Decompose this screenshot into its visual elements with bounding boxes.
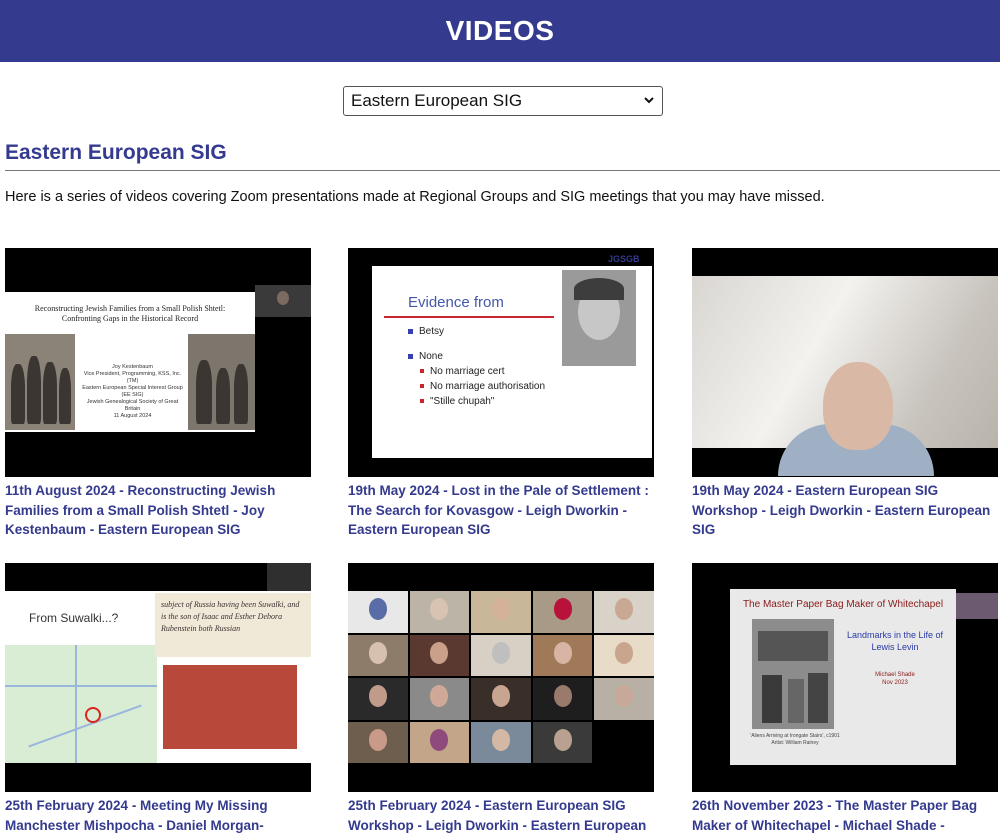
video-title-link[interactable]: 11th August 2024 - Reconstructing Jewish… [5,481,311,540]
engraving-image [752,619,834,729]
sig-filter-select[interactable]: Eastern European SIG [343,86,663,116]
video-title-link[interactable]: 26th November 2023 - The Master Paper Ba… [692,796,998,836]
section-intro: Here is a series of videos covering Zoom… [5,189,825,205]
slide: Evidence from Betsy None No marriage cer… [372,266,652,458]
section-title: Eastern European SIG [5,141,227,164]
video-thumbnail[interactable]: The Master Paper Bag Maker of Whitechape… [692,563,998,792]
map-image [5,645,157,763]
slide-author: Michael Shade Nov 2023 [875,672,915,686]
slide: The Master Paper Bag Maker of Whitechape… [730,589,956,765]
handwritten-document: subject of Russia having been Suwalki, a… [155,593,311,657]
video-thumbnail[interactable] [348,563,654,792]
slide: From Suwalki...? subject of Russia havin… [5,591,311,763]
slide: Reconstructing Jewish Families from a Sm… [5,292,255,432]
jgsgb-logo: JGSGB [608,254,640,264]
video-thumbnail[interactable]: Evidence from Betsy None No marriage cer… [348,248,654,477]
video-thumbnail[interactable] [692,248,998,477]
sig-filter-value: Eastern European SIG [351,91,523,110]
zoom-gallery [348,591,654,763]
slide-title: The Master Paper Bag Maker of Whitechape… [742,599,944,610]
slide-info: Joy Kestenbaum Vice President, Programmi… [82,364,183,419]
portrait-photo [562,270,636,366]
page-header: VIDEOS [0,0,1000,62]
presenter-camera [267,563,311,591]
slide-text: From Suwalki...? [29,611,119,625]
family-photo [188,334,255,430]
presenter-head [823,362,893,450]
slide-subtitle: Landmarks in the Life of Lewis Levin [846,630,944,652]
video-thumbnail[interactable]: Reconstructing Jewish Families from a Sm… [5,248,311,477]
video-title-link[interactable]: 25th February 2024 - Meeting My Missing … [5,796,311,835]
slide-rule [384,316,554,318]
slide-title: Reconstructing Jewish Families from a Sm… [34,304,226,323]
presenter-camera [956,593,998,619]
image-credit: 'Aliens Arriving at Irongate Stairs', c1… [750,733,840,746]
chevron-down-icon [644,97,654,104]
video-title-link[interactable]: 19th May 2024 - Lost in the Pale of Sett… [348,481,654,540]
video-thumbnail[interactable]: From Suwalki...? subject of Russia havin… [5,563,311,792]
video-title-link[interactable]: 25th February 2024 - Eastern European SI… [348,796,654,835]
family-photo [5,334,75,430]
page-title: VIDEOS [445,15,555,46]
brick-wall-photo [163,665,297,749]
location-marker [85,707,101,723]
presenter-camera [255,285,311,317]
slide-list: Betsy None No marriage cert No marriage … [408,324,545,409]
slide-heading: Evidence from [408,294,504,311]
webcam-frame [692,276,998,476]
section-divider [5,170,1000,171]
video-title-link[interactable]: 19th May 2024 - Eastern European SIG Wor… [692,481,998,540]
